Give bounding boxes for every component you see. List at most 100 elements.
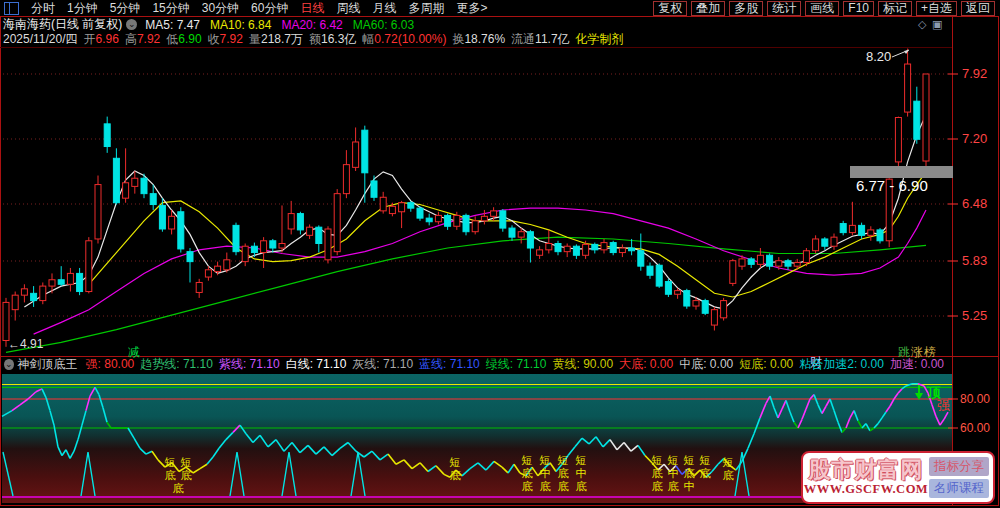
svg-text:短: 短 [684, 454, 695, 466]
svg-text:7.92: 7.92 [962, 66, 987, 81]
svg-text:底: 底 [684, 467, 695, 479]
svg-text:中: 中 [540, 467, 551, 479]
svg-text:中: 中 [684, 480, 695, 492]
toolbar-button-6[interactable]: 标记 [878, 1, 912, 16]
indicator-param-4: 灰线: 71.10 [352, 356, 413, 373]
menu-item-2[interactable]: 5分钟 [110, 0, 141, 17]
indicator-chevron-icon[interactable]: ⌄ [4, 359, 14, 370]
watermark-chip-1: 指标分享 [929, 457, 989, 476]
indicator-param-7: 黄线: 90.00 [552, 356, 613, 373]
ma-value-1: MA10: 6.84 [210, 18, 271, 32]
menu-item-7[interactable]: 周线 [336, 0, 360, 17]
indicator-param-6: 绿线: 71.10 [486, 356, 547, 373]
diamond-icon[interactable]: ◇ [918, 18, 926, 31]
indicator-param-9: 中底: 0.00 [679, 356, 733, 373]
chart-canvas: 7.92 7.20 6.48 5.83 5.25 6.77 - 6.90 8.20 ←4.91… [0, 0, 1000, 508]
menu-item-8[interactable]: 月线 [372, 0, 396, 17]
menu-bar: 分时 1分钟 5分钟 15分钟 30分钟 60分钟日线周线月线多周期更多> 复权叠加多股统… [0, 0, 1000, 16]
info-token-3: 低6.90 [166, 31, 201, 48]
svg-text:短: 短 [165, 456, 176, 468]
indicator-param-10: 短底: 0.00 [739, 356, 793, 373]
ma-value-2: MA20: 6.42 [281, 18, 342, 32]
svg-text:底: 底 [173, 482, 184, 494]
info-bar: 2025/11/20/四开6.96高7.92低6.90收7.92量218.7万额… [0, 32, 950, 47]
svg-text:底: 底 [540, 480, 551, 492]
indicator-param-8: 大底: 0.00 [619, 356, 673, 373]
title-bar: 海南海药(日线 前复权) ⌄ MA5: 7.47MA10: 6.84MA20: … [0, 17, 950, 32]
indicator-param-3: 白线: 71.10 [286, 356, 347, 373]
svg-text:短: 短 [522, 454, 533, 466]
ma-value-0: MA5: 7.47 [145, 18, 200, 32]
indicator-param-2: 紫线: 71.10 [219, 356, 280, 373]
toolbar-button-2[interactable]: 多股 [729, 1, 763, 16]
toolbar-button-4[interactable]: 画线 [805, 1, 839, 16]
info-token-8: 换18.76% [452, 31, 505, 48]
svg-text:5.83: 5.83 [962, 253, 987, 268]
menu-item-1[interactable]: 1分钟 [67, 0, 98, 17]
svg-text:6.77 - 6.90: 6.77 - 6.90 [856, 177, 928, 194]
svg-text:底: 底 [522, 480, 533, 492]
watermark: 股市财富网 WWW.GSCFW.COM 指标分享 名师课程 [801, 451, 995, 504]
svg-text:短: 短 [576, 454, 587, 466]
info-token-2: 高7.92 [125, 31, 160, 48]
svg-text:底: 底 [652, 467, 663, 479]
window-split-icon[interactable] [4, 2, 19, 15]
svg-text:底: 底 [576, 480, 587, 492]
ma-value-3: MA60: 6.03 [353, 18, 414, 32]
svg-text:底: 底 [522, 467, 533, 479]
watermark-title: 股市财富网 [809, 458, 924, 482]
info-token-6: 额16.3亿 [309, 31, 356, 48]
indicator-param-0: 强: 80.00 [86, 356, 135, 373]
toolbar-button-3[interactable]: 统计 [767, 1, 801, 16]
svg-text:短: 短 [723, 456, 734, 468]
indicator-header: ⌄ 神剑顶底王 强: 80.00趋势线: 71.10紫线: 71.10白线: 7… [0, 357, 950, 372]
svg-text:短: 短 [652, 454, 663, 466]
panel-icon[interactable]: ▣ [932, 18, 942, 31]
svg-text:底: 底 [668, 480, 679, 492]
svg-text:60.00: 60.00 [960, 421, 990, 435]
toolbar-button-1[interactable]: 叠加 [691, 1, 725, 16]
toolbar-button-0[interactable]: 复权 [653, 1, 687, 16]
svg-text:8.20: 8.20 [866, 49, 891, 64]
menu-item-9[interactable]: 多周期 [408, 0, 444, 17]
svg-text:底: 底 [181, 469, 192, 481]
watermark-url: WWW.GSCFW.COM [804, 482, 928, 497]
svg-text:短: 短 [700, 454, 711, 466]
indicator-param-12: 加速: 0.00 [890, 356, 944, 373]
svg-text:底: 底 [558, 467, 569, 479]
indicator-name: 神剑顶底王 [18, 356, 78, 373]
svg-text:底: 底 [558, 480, 569, 492]
info-token-1: 开6.96 [84, 31, 119, 48]
menu-item-10[interactable]: 更多> [456, 0, 487, 17]
menu-item-5[interactable]: 60分钟 [251, 0, 288, 17]
menu-item-0[interactable]: 分时 [31, 0, 55, 17]
svg-text:底: 底 [165, 469, 176, 481]
indicator-param-11: 粘合加速2: 0.00 [799, 356, 884, 373]
toolbar-button-5[interactable]: F10 [843, 1, 874, 16]
info-token-9: 流通11.7亿 [511, 31, 569, 48]
info-token-10: 化学制剂 [576, 31, 624, 48]
menu-item-4[interactable]: 30分钟 [202, 0, 239, 17]
svg-text:7.20: 7.20 [962, 131, 987, 146]
svg-text:5.25: 5.25 [962, 308, 987, 323]
menu-item-3[interactable]: 15分钟 [152, 0, 189, 17]
svg-text:底: 底 [652, 480, 663, 492]
svg-text:强: 强 [937, 398, 950, 413]
svg-text:短: 短 [668, 454, 679, 466]
svg-text:底: 底 [450, 469, 461, 481]
toolbar-button-7[interactable]: +自选 [916, 1, 957, 16]
chevron-down-icon[interactable]: ⌄ [126, 19, 137, 30]
watermark-chip-2: 名师课程 [929, 479, 989, 498]
svg-text:中: 中 [576, 467, 587, 479]
svg-text:短: 短 [558, 454, 569, 466]
indicator-param-5: 蓝线: 71.10 [419, 356, 480, 373]
svg-text:6.48: 6.48 [962, 196, 987, 211]
toolbar-button-8[interactable]: 返回 [961, 1, 995, 16]
svg-text:短: 短 [450, 456, 461, 468]
svg-text:中: 中 [668, 467, 679, 479]
info-token-5: 量218.7万 [249, 31, 303, 48]
menu-item-6[interactable]: 日线 [300, 0, 324, 17]
info-token-0: 2025/11/20/四 [3, 31, 78, 48]
svg-text:底: 底 [723, 469, 734, 481]
svg-text:←4.91: ←4.91 [8, 337, 44, 351]
